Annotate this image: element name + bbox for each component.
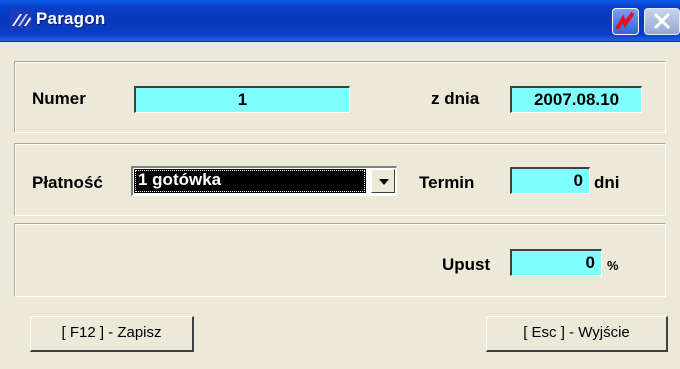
discount-field[interactable]: 0 [510, 249, 602, 276]
title-bar[interactable]: Paragon [0, 0, 680, 42]
date-field[interactable]: 2007.08.10 [510, 86, 642, 113]
app-logo-icon [10, 10, 32, 30]
numer-label: Numer [32, 89, 86, 108]
window-title: Paragon [36, 9, 106, 28]
discount-label: Upust [442, 255, 491, 274]
term-label: Termin [419, 173, 475, 192]
numer-field[interactable]: 1 [134, 86, 350, 113]
term-unit-label: dni [594, 173, 620, 192]
payment-selected-value[interactable]: 1 gotówka [134, 169, 366, 193]
date-label: z dnia [431, 89, 480, 108]
term-field[interactable]: 0 [510, 167, 590, 194]
payment-label: Płatność [32, 173, 103, 192]
discount-unit-label: % [607, 258, 619, 273]
close-button[interactable] [644, 8, 680, 35]
close-icon [653, 12, 671, 30]
payment-select[interactable]: 1 gotówka [131, 166, 397, 196]
app-action-icon[interactable] [612, 8, 639, 35]
save-button[interactable]: [ F12 ] - Zapisz [30, 316, 194, 352]
chevron-down-icon[interactable] [371, 169, 395, 193]
exit-button[interactable]: [ Esc ] - Wyjście [486, 316, 668, 352]
